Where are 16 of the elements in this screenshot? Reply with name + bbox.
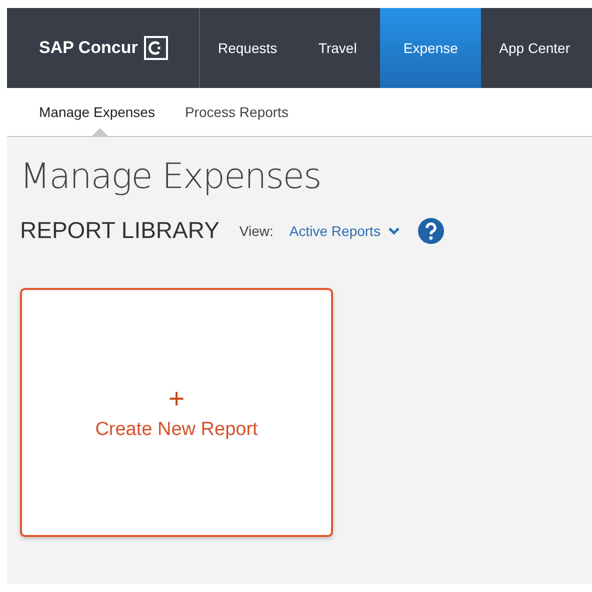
- sub-tab[interactable]: Process Reports: [172, 88, 306, 136]
- create-report-label: Create New Report: [95, 418, 258, 440]
- brand-name: SAP Concur: [39, 38, 138, 58]
- view-label: View:: [239, 222, 274, 238]
- page-title: Manage Expenses: [20, 157, 322, 197]
- nav-tab[interactable]: Travel: [295, 8, 380, 88]
- logo-icon: [144, 36, 168, 60]
- chevron-icon: [388, 226, 400, 234]
- plus-sign: +: [168, 384, 185, 412]
- section-title: REPORT LIBRARY: [20, 217, 220, 244]
- help-icon[interactable]: [418, 218, 444, 244]
- nav-tab[interactable]: Requests: [200, 8, 296, 88]
- create-report-card[interactable]: + Create New Report: [20, 288, 333, 537]
- view-dropdown[interactable]: Active Reports: [289, 222, 400, 238]
- nav-tab[interactable]: Expense: [380, 8, 482, 88]
- nav-tab[interactable]: App Center: [481, 8, 588, 88]
